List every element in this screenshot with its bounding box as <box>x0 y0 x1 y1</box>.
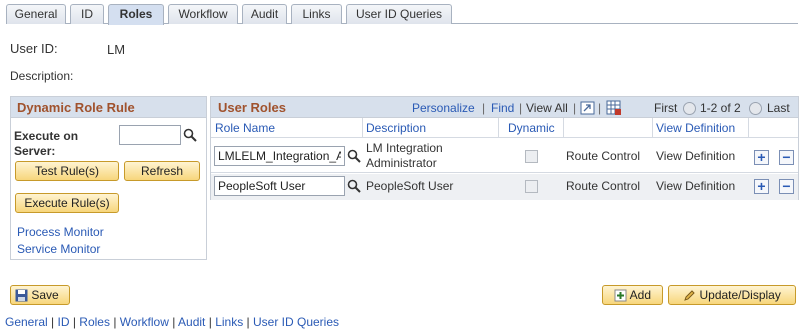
column-headers: Role Name Description Dynamic View Defin… <box>211 118 798 138</box>
tab-id[interactable]: ID <box>70 4 104 24</box>
add-row-icon[interactable]: + <box>754 150 769 165</box>
add-label: Add <box>629 288 652 302</box>
route-control-link[interactable]: Route Control <box>566 179 640 193</box>
execute-on-server-input[interactable] <box>119 125 181 145</box>
add-row-icon[interactable]: + <box>754 179 769 194</box>
tab-general[interactable]: General <box>6 4 66 24</box>
separator: | <box>573 101 577 115</box>
tab-workflow[interactable]: Workflow <box>168 4 238 24</box>
col-description[interactable]: Description <box>366 121 426 135</box>
role-lookup-icon[interactable] <box>347 149 361 163</box>
role-name-input[interactable] <box>214 176 345 196</box>
pencil-icon <box>684 290 695 301</box>
update-display-label: Update/Display <box>699 288 781 302</box>
user-id-value: LM <box>107 42 126 57</box>
route-control-link[interactable]: Route Control <box>566 149 640 163</box>
refresh-button[interactable]: Refresh <box>124 161 200 181</box>
personalize-link[interactable]: Personalize <box>412 101 475 115</box>
description-label: Description: <box>10 69 74 83</box>
first-label: First <box>654 101 678 115</box>
service-monitor-link[interactable]: Service Monitor <box>17 242 100 256</box>
footer-link-workflow[interactable]: Workflow <box>120 315 169 329</box>
user-roles-header: User Roles Personalize | Find | View All… <box>211 97 798 118</box>
add-icon <box>614 289 627 302</box>
footer-link-roles[interactable]: Roles <box>79 315 110 329</box>
tab-roles[interactable]: Roles <box>108 4 164 25</box>
dynamic-role-rule-title: Dynamic Role Rule <box>11 97 206 118</box>
zoom-grid-icon[interactable] <box>580 101 595 115</box>
row-range: 1-2 of 2 <box>700 101 741 115</box>
user-roles-title: User Roles <box>218 100 286 115</box>
previous-icon[interactable] <box>683 102 696 115</box>
user-id-label: User ID: <box>10 41 58 56</box>
last-label: Last <box>767 101 790 115</box>
separator: | <box>519 101 523 115</box>
role-description: LM Integration Administrator <box>366 141 443 170</box>
separator: | <box>598 101 602 115</box>
footer-link-general[interactable]: General <box>5 315 48 329</box>
save-button[interactable]: Save <box>10 285 70 305</box>
tab-links[interactable]: Links <box>291 4 342 24</box>
table-row: LM Integration Administrator Route Contr… <box>211 139 798 173</box>
tab-user-id-queries[interactable]: User ID Queries <box>346 4 452 24</box>
dynamic-checkbox[interactable] <box>525 180 538 193</box>
execute-rules-button[interactable]: Execute Rule(s) <box>15 193 119 213</box>
separator: | <box>482 101 486 115</box>
tab-audit[interactable]: Audit <box>242 4 287 24</box>
view-all-link[interactable]: View All <box>526 101 568 115</box>
update-display-button[interactable]: Update/Display <box>668 285 796 305</box>
role-description: PeopleSoft User <box>366 179 454 193</box>
footer-link-user-id-queries[interactable]: User ID Queries <box>253 315 339 329</box>
footer-link-links[interactable]: Links <box>215 315 243 329</box>
delete-row-icon[interactable]: − <box>779 179 794 194</box>
user-roles-grid: User Roles Personalize | Find | View All… <box>210 96 799 200</box>
footer-link-audit[interactable]: Audit <box>178 315 205 329</box>
dynamic-checkbox[interactable] <box>525 150 538 163</box>
test-rules-button[interactable]: Test Rule(s) <box>15 161 119 181</box>
view-definition-link[interactable]: View Definition <box>656 149 735 163</box>
col-role-name[interactable]: Role Name <box>215 121 275 135</box>
save-icon <box>15 289 28 302</box>
save-label: Save <box>31 288 59 302</box>
view-definition-link[interactable]: View Definition <box>656 179 735 193</box>
footer-link-id[interactable]: ID <box>58 315 70 329</box>
next-icon[interactable] <box>749 102 762 115</box>
role-name-input[interactable] <box>214 146 345 166</box>
dynamic-role-rule-panel: Dynamic Role Rule Execute on Server: Tes… <box>10 96 207 260</box>
execute-on-server-label: Execute on Server: <box>14 129 79 158</box>
process-monitor-link[interactable]: Process Monitor <box>17 225 104 239</box>
footer-links: General | ID | Roles | Workflow | Audit … <box>5 315 340 329</box>
col-view-definition[interactable]: View Definition <box>656 121 735 135</box>
download-excel-icon[interactable] <box>606 100 622 116</box>
col-dynamic[interactable]: Dynamic <box>508 121 555 135</box>
delete-row-icon[interactable]: − <box>779 150 794 165</box>
find-link[interactable]: Find <box>491 101 514 115</box>
tab-bar: General ID Roles Workflow Audit Links Us… <box>6 4 798 25</box>
role-lookup-icon[interactable] <box>347 179 361 193</box>
table-row: PeopleSoft User Route Control View Defin… <box>211 174 798 200</box>
add-button[interactable]: Add <box>602 285 663 305</box>
execute-server-lookup-icon[interactable] <box>183 128 197 142</box>
